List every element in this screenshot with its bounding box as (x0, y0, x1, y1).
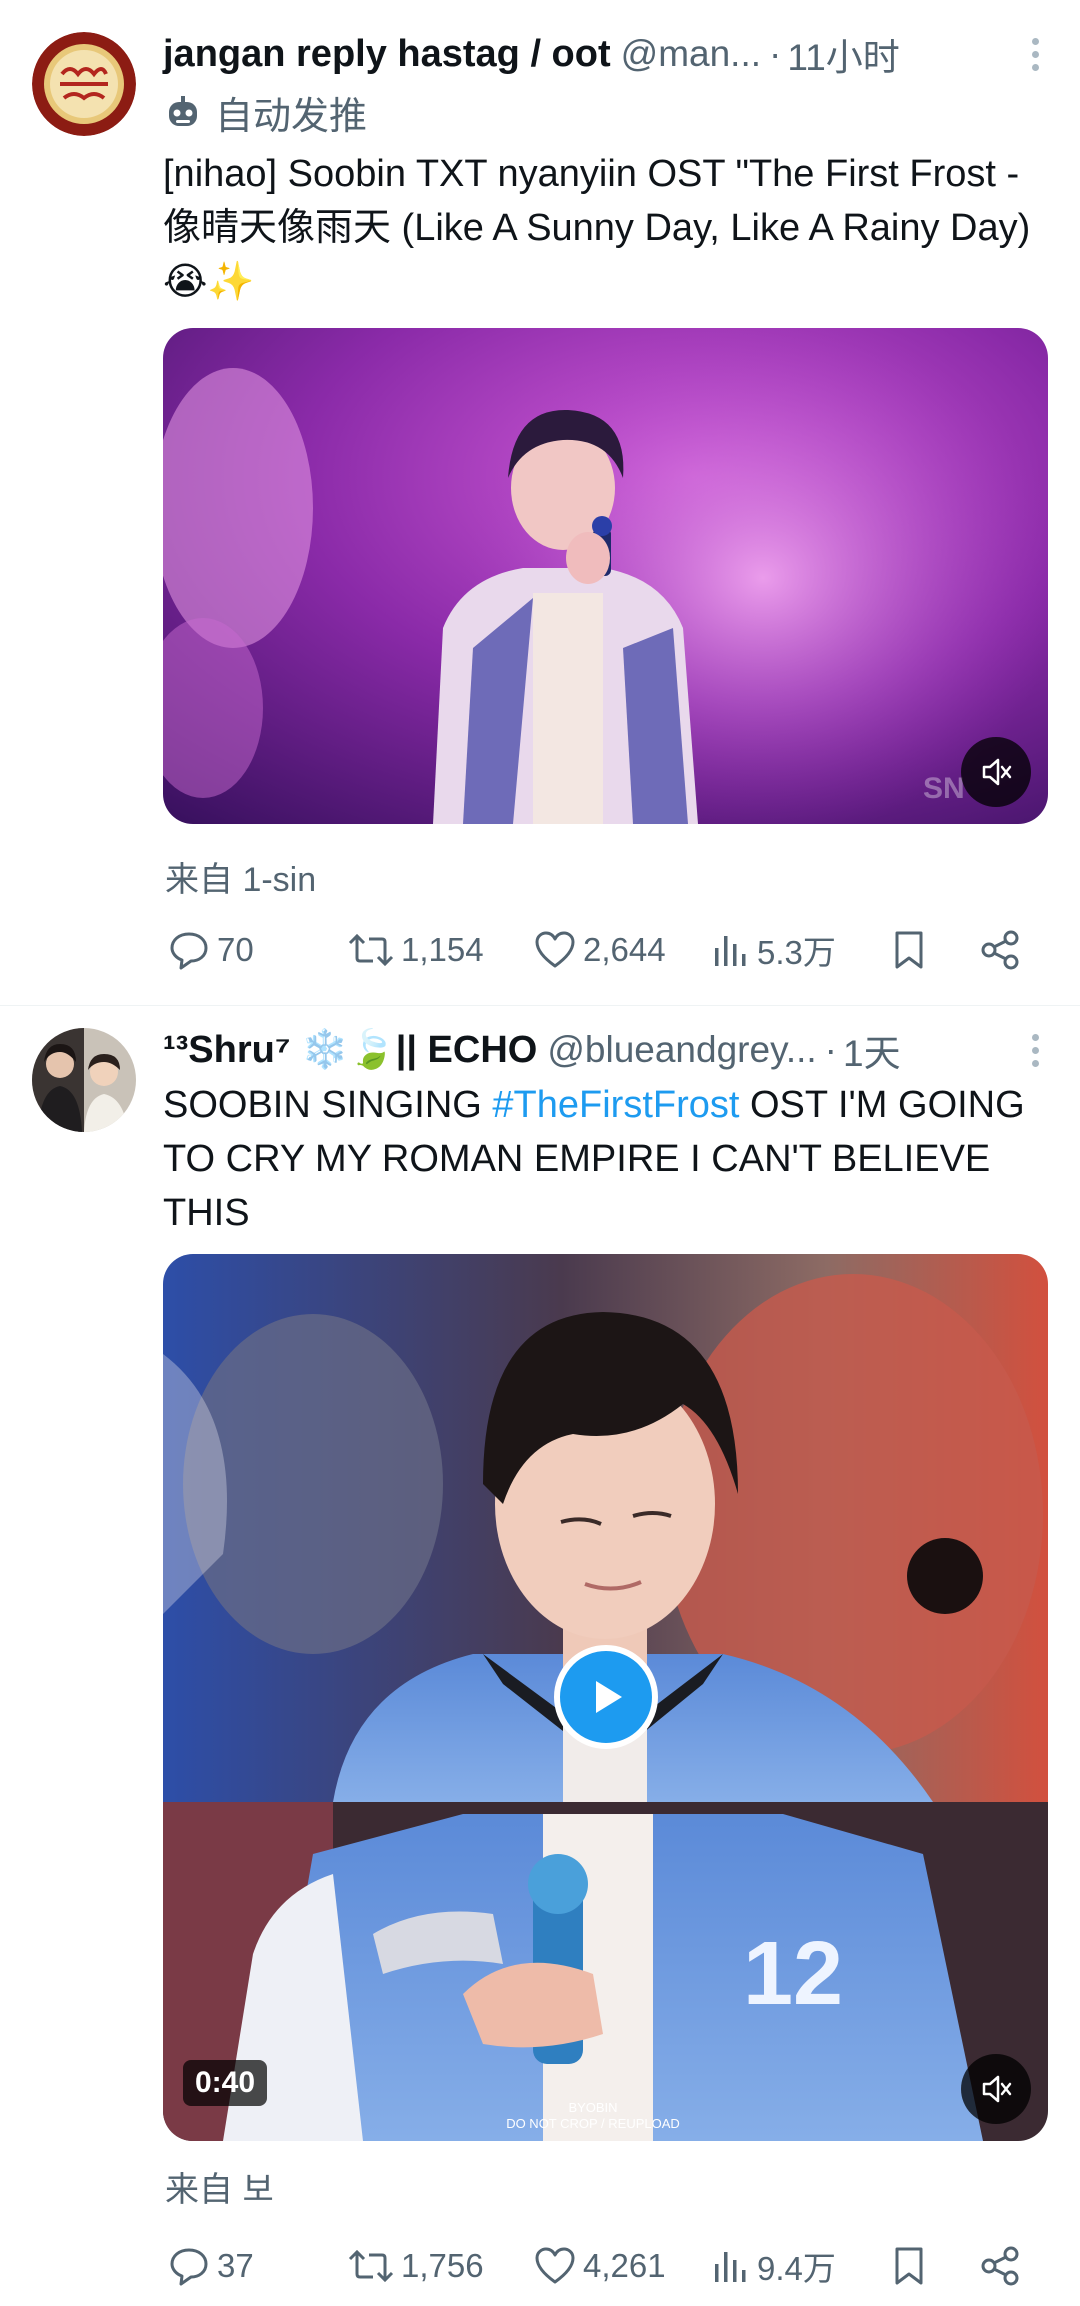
media-watermark: SN (923, 772, 965, 805)
post-time[interactable]: 11小时 (787, 27, 899, 81)
post-1[interactable]: jangan reply hastag / oot @man... · 11小时… (0, 0, 1080, 1005)
view-count: 5.3万 (757, 934, 836, 971)
muted-speaker-icon (982, 758, 1012, 786)
post-video[interactable]: SN (163, 328, 1048, 824)
muted-speaker-icon (982, 2075, 1012, 2103)
robot-icon (169, 96, 197, 126)
reply-button[interactable]: 37 (167, 2236, 254, 2296)
more-options-icon[interactable] (1030, 38, 1040, 77)
share-button[interactable] (978, 2236, 1028, 2296)
mute-button[interactable] (961, 2054, 1031, 2124)
share-icon (981, 2246, 1019, 2286)
jersey-number: 12 (743, 1924, 843, 2024)
author-name[interactable]: ¹³Shru⁷ ❄️🍃|| ECHO (163, 1028, 537, 1072)
author-name[interactable]: jangan reply hastag / oot (163, 33, 611, 76)
repost-count: 1,756 (401, 2247, 484, 2284)
share-icon (981, 930, 1019, 970)
speech-bubble-icon (170, 2248, 208, 2286)
author-handle[interactable]: @man... (621, 33, 761, 75)
post-header: jangan reply hastag / oot @man... · 11小时 (163, 28, 1040, 80)
reply-count: 37 (217, 2247, 254, 2284)
heart-icon (535, 931, 575, 968)
heart-icon (535, 2247, 575, 2284)
avatar[interactable] (32, 32, 136, 136)
view-count: 9.4万 (757, 2250, 836, 2287)
repost-arrows-icon (348, 933, 394, 967)
play-button[interactable] (554, 1645, 658, 1749)
action-bar: 70 1,154 2,644 5.3万 (163, 920, 1043, 980)
separator: · (824, 1029, 837, 1070)
post-2[interactable]: ¹³Shru⁷ ❄️🍃|| ECHO @blueandgrey... · 1天 … (0, 1006, 1080, 2306)
repost-count: 1,154 (401, 931, 484, 968)
more-options-icon[interactable] (1030, 1034, 1040, 1073)
repost-button[interactable]: 1,154 (347, 920, 484, 980)
post-text-start: SOOBIN SINGING (163, 1084, 493, 1126)
automated-label: 自动发推 (163, 86, 367, 138)
repost-button[interactable]: 1,756 (347, 2236, 484, 2296)
video-caption-line-1: BYOBIN (568, 2100, 617, 2115)
automated-text: 自动发推 (215, 95, 368, 138)
play-icon (596, 1681, 622, 1713)
repost-arrows-icon (348, 2249, 394, 2283)
video-caption-line-2: DO NOT CROP / REUPLOAD (506, 2116, 680, 2131)
post-text: SOOBIN SINGING #TheFirstFrost OST I'M GO… (163, 1078, 1063, 1240)
author-handle[interactable]: @blueandgrey... (547, 1029, 816, 1071)
share-button[interactable] (978, 920, 1028, 980)
hashtag-link[interactable]: #TheFirstFrost (492, 1084, 739, 1126)
speech-bubble-icon (170, 932, 208, 970)
like-button[interactable]: 4,261 (533, 2236, 666, 2296)
source-label: 来自 보 (165, 2171, 274, 2209)
like-count: 4,261 (583, 2247, 666, 2284)
bar-chart-icon (715, 936, 746, 966)
views-button[interactable]: 5.3万 (711, 920, 836, 980)
mute-button[interactable] (961, 737, 1031, 807)
video-frame: SN (163, 328, 1048, 824)
post-video[interactable]: 12 BYOBIN DO NOT CROP / REUPLOAD 0:40 (163, 1254, 1048, 2141)
like-count: 2,644 (583, 931, 666, 968)
like-button[interactable]: 2,644 (533, 920, 666, 980)
reply-count: 70 (217, 931, 254, 968)
video-duration: 0:40 (183, 2060, 268, 2106)
separator: · (769, 33, 782, 74)
bookmark-icon (895, 931, 923, 969)
reply-button[interactable]: 70 (167, 920, 254, 980)
avatar[interactable] (32, 1028, 136, 1132)
bookmark-icon (895, 2247, 923, 2285)
post-text: [nihao] Soobin TXT nyanyiin OST "The Fir… (163, 153, 1031, 303)
views-button[interactable]: 9.4万 (711, 2236, 836, 2296)
bookmark-button[interactable] (889, 2236, 935, 2296)
bookmark-button[interactable] (889, 920, 935, 980)
source-label: 来自 1-sin (165, 861, 317, 899)
post-time[interactable]: 1天 (843, 1023, 901, 1077)
post-header: ¹³Shru⁷ ❄️🍃|| ECHO @blueandgrey... · 1天 (163, 1024, 1040, 1076)
bar-chart-icon (715, 2252, 746, 2282)
action-bar: 37 1,756 4,261 9.4万 (163, 2236, 1043, 2296)
